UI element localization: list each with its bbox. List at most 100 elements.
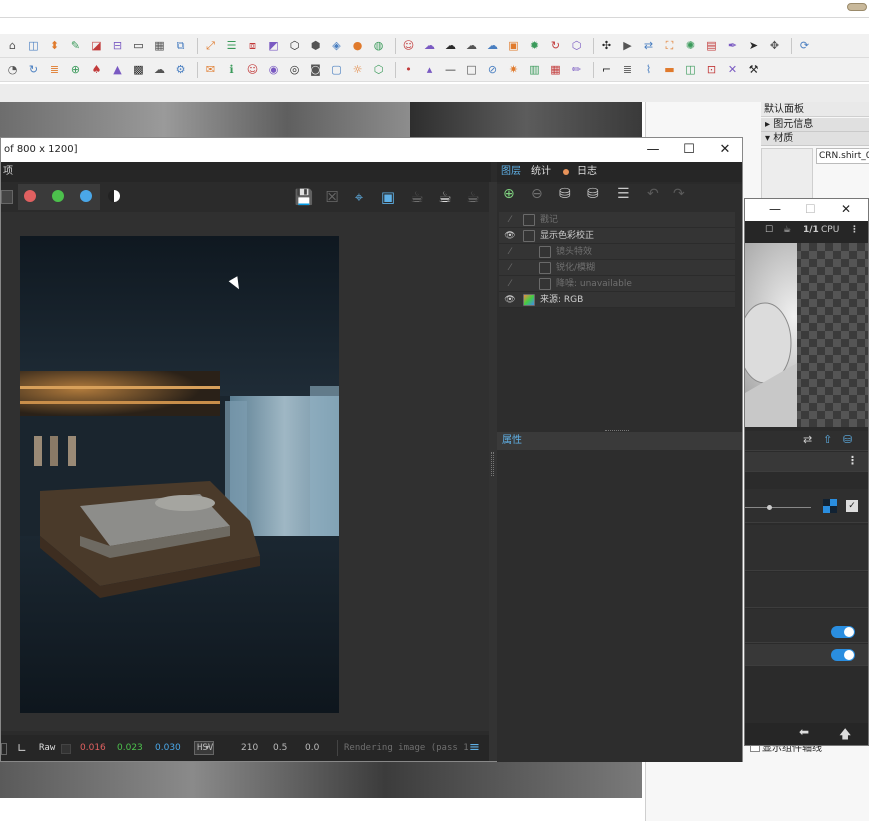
point-icon[interactable]: • [400,61,417,78]
frame-corner-icon[interactable]: ⌐ [598,61,615,78]
eraser-icon[interactable]: ◪ [88,37,105,54]
maximize-button[interactable]: ☐ [805,202,816,216]
save-layers-icon[interactable]: ⛁ [559,186,571,202]
solid-icon[interactable]: ◩ [265,37,282,54]
camera-icon[interactable]: ◙ [307,61,324,78]
toggle-switch-1[interactable] [831,626,855,638]
more-icon[interactable]: ⋮ [847,454,858,467]
frame-icon[interactable]: ▢ [328,61,345,78]
brush-icon[interactable]: ⌇ [640,61,657,78]
hex-icon[interactable]: ⬡ [568,37,585,54]
redo-icon[interactable]: ↷ [673,186,685,202]
texture-slot-icon[interactable] [823,499,837,513]
entity-info-section[interactable]: ▸ 图元信息 [761,118,869,132]
upload-icon[interactable]: ⇧ [823,433,832,446]
teapot-icon[interactable]: ☕ [406,186,428,208]
cross-icon[interactable]: ✕ [724,61,741,78]
building-icon[interactable]: ⌂ [4,37,21,54]
back-arrow-icon[interactable]: ⬅ [799,725,809,739]
alpha-channel-button[interactable] [108,190,120,202]
tool-icon[interactable]: ⚒ [745,61,762,78]
menu-options[interactable]: 项 [3,166,13,177]
remove-layer-icon[interactable]: ⊖ [531,186,543,202]
cube-wire-icon[interactable]: ⬢ [307,37,324,54]
move-icon[interactable]: ✥ [766,37,783,54]
rectangle-icon[interactable]: ▭ [130,37,147,54]
layer-row[interactable]: 👁 来源: RGB [499,292,735,308]
load-layers-icon[interactable]: ⛁ [587,186,599,202]
up-arrow-icon[interactable]: 🡅 [839,725,851,746]
color-picker-icon[interactable]: ∟ [17,735,27,761]
grid-icon[interactable]: ▦ [547,61,564,78]
render-teapot-icon[interactable]: ☕ [434,186,456,208]
material-name-field[interactable]: CRN.shirt_01 [816,148,869,164]
close-button[interactable]: ✕ [707,138,743,162]
stack-icon[interactable]: ≣ [46,61,63,78]
square-icon[interactable]: ☐ [765,225,773,235]
minimize-button[interactable]: — [769,202,781,216]
cloud-sync-icon[interactable]: ☁ [484,37,501,54]
cone-icon[interactable]: ▴ [421,61,438,78]
stack-icon[interactable]: ≣ [619,61,636,78]
light-bulb-icon[interactable]: ☼ [349,61,366,78]
render-canvas[interactable] [1,212,489,731]
user-icon[interactable]: ☺ [400,37,417,54]
group-icon[interactable]: ⧈ [244,37,261,54]
cube-icon[interactable]: ⬡ [286,37,303,54]
photo-icon[interactable]: ▤ [703,37,720,54]
eye-off-icon[interactable]: ⁄ [503,260,517,276]
gear-sphere-icon[interactable]: ✹ [526,37,543,54]
scale-icon[interactable]: ⤢ [202,37,219,54]
table-icon[interactable]: ▥ [526,61,543,78]
eye-icon[interactable]: 👁 [503,292,517,308]
undo-icon[interactable]: ↶ [647,186,659,202]
layer-row[interactable]: ⁄ 戳记 [499,212,735,228]
car-icon[interactable]: ⊡ [703,61,720,78]
checker-icon[interactable]: ▩ [130,61,147,78]
eye-off-icon[interactable]: ⁄ [503,244,517,260]
rotate-icon[interactable]: ⟳ [796,37,813,54]
video-camera-icon[interactable]: ▶ [619,37,636,54]
layer-row[interactable]: ⁄ 降噪: unavailable [499,276,735,292]
settings-icon[interactable]: ⚙ [172,61,189,78]
eye-off-icon[interactable]: ⁄ [503,276,517,292]
book-icon[interactable]: ▬ [661,61,678,78]
slider-handle[interactable] [767,505,772,510]
layer-row[interactable]: 👁 显示色彩校正 [499,228,735,244]
globe-icon[interactable]: ◍ [370,37,387,54]
line-icon[interactable]: — [442,61,459,78]
camera-frame-icon[interactable]: ▣ [505,37,522,54]
tab-log[interactable]: 日志 [577,162,597,182]
pen-icon[interactable]: ✒ [724,37,741,54]
color-space-dropdown[interactable]: HSV ▾ [194,741,214,755]
vray-logo-icon[interactable]: ◔ [4,61,21,78]
burst-icon[interactable]: ✷ [505,61,522,78]
red-channel-button[interactable] [24,190,36,202]
blue-channel-button[interactable] [80,190,92,202]
window-grip[interactable] [847,3,867,11]
plus-circle-icon[interactable]: ⊕ [67,61,84,78]
layers-icon[interactable]: ☰ [223,37,240,54]
paint-brush-icon[interactable]: ✎ [67,37,84,54]
eye-off-icon[interactable]: ⁄ [503,212,517,228]
square-icon[interactable]: □ [463,61,480,78]
refresh-icon[interactable]: ↻ [25,61,42,78]
landscape-icon[interactable]: ▲ [109,61,126,78]
tree-icon[interactable]: ♠ [88,61,105,78]
arrows-icon[interactable]: ⇄ [640,37,657,54]
layer-list-icon[interactable]: ☰ [617,186,630,202]
material-thumbnail[interactable] [761,148,813,200]
cloud-link-icon[interactable]: ☁ [463,37,480,54]
log-icon[interactable]: ≡ [469,735,480,761]
teapot-icon[interactable]: ☕ [783,225,791,235]
fan-icon[interactable]: ✺ [682,37,699,54]
more-icon[interactable]: ⋮ [850,225,859,235]
tab-stats[interactable]: 统计 [531,162,551,182]
toggle-switch-2[interactable] [831,649,855,661]
sphere-light-icon[interactable]: ◎ [286,61,303,78]
box-icon[interactable]: ◫ [682,61,699,78]
layer-row[interactable]: ⁄ 镜头特效 [499,244,735,260]
align-icon[interactable]: ⇄ [803,433,812,446]
hex-icon[interactable]: ⬡ [370,61,387,78]
section-icon[interactable]: ⊟ [109,37,126,54]
